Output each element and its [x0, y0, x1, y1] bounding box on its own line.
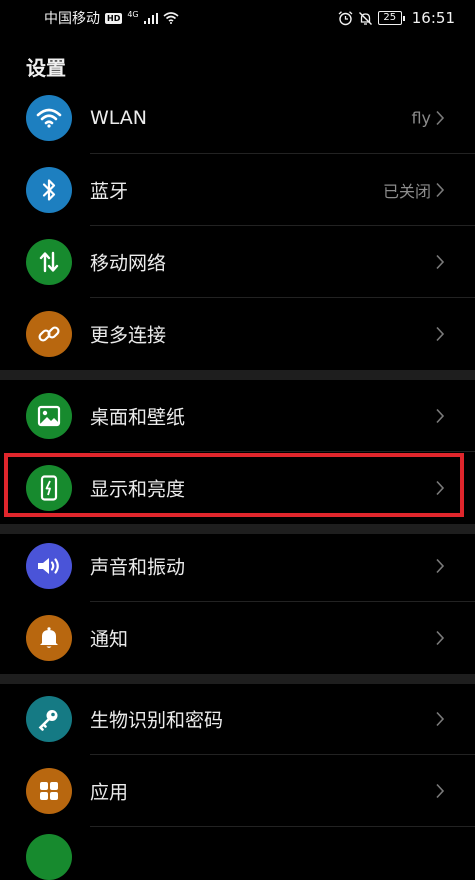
settings-item-label: 声音和振动 [90, 556, 186, 579]
mobile-data-icon [26, 239, 72, 285]
settings-item-label: WLAN [90, 107, 148, 129]
chevron-right-icon [436, 254, 445, 270]
bell-icon [26, 615, 72, 661]
settings-item-more-connections[interactable]: 更多连接 [0, 298, 475, 370]
link-icon [26, 311, 72, 357]
alarm-icon [338, 10, 353, 25]
settings-item-label: 生物识别和密码 [90, 709, 224, 732]
settings-item-label: 通知 [90, 628, 129, 651]
settings-item-apps[interactable]: 应用 [0, 755, 475, 827]
settings-item-bluetooth[interactable]: 蓝牙 已关闭 [0, 154, 475, 226]
battery-cap [402, 15, 405, 21]
row-divider [90, 826, 475, 827]
chevron-right-icon [436, 480, 445, 496]
wifi-status-icon [163, 12, 179, 24]
settings-item-biometric[interactable]: 生物识别和密码 [0, 683, 475, 755]
network-type: 4G [127, 9, 139, 19]
bluetooth-icon [26, 167, 72, 213]
image-icon [26, 393, 72, 439]
settings-item-mobile-network[interactable]: 移动网络 [0, 226, 475, 298]
chevron-right-icon [436, 182, 445, 198]
battery-indicator: 25 [377, 11, 405, 25]
settings-item-sound[interactable]: 声音和振动 [0, 530, 475, 602]
chevron-right-icon [436, 326, 445, 342]
next-item-icon-partial [26, 834, 72, 880]
settings-item-display[interactable]: 显示和亮度 [0, 452, 475, 524]
carrier-name: 中国移动 [44, 11, 100, 27]
settings-item-label: 更多连接 [90, 324, 167, 347]
status-bar: 中国移动 HD 4G 25 16:51 [0, 0, 475, 36]
settings-item-label: 桌面和壁纸 [90, 406, 186, 429]
settings-item-notification[interactable]: 通知 [0, 602, 475, 674]
mute-bell-icon [358, 11, 372, 25]
settings-item-label: 显示和亮度 [90, 478, 186, 501]
status-left: 中国移动 HD 4G [44, 8, 179, 28]
chevron-right-icon [436, 408, 445, 424]
phone-brightness-icon [26, 465, 72, 511]
speaker-icon [26, 543, 72, 589]
status-right: 25 16:51 [338, 9, 455, 27]
apps-grid-icon [26, 768, 72, 814]
chevron-right-icon [436, 783, 445, 799]
settings-item-wlan[interactable]: WLAN fly [0, 82, 475, 154]
chevron-right-icon [436, 630, 445, 646]
chevron-right-icon [436, 711, 445, 727]
hd-badge: HD [105, 12, 123, 24]
settings-item-label: 蓝牙 [90, 180, 129, 203]
settings-item-wallpaper[interactable]: 桌面和壁纸 [0, 380, 475, 452]
settings-item-label: 应用 [90, 781, 129, 804]
settings-item-value: 已关闭 [382, 182, 431, 201]
battery-level: 25 [377, 11, 402, 25]
chevron-right-icon [436, 558, 445, 574]
settings-item-value: fly [411, 108, 431, 128]
signal-icon [143, 12, 158, 24]
wifi-icon [26, 95, 72, 141]
page-title: 设置 [26, 56, 66, 80]
key-icon [26, 696, 72, 742]
chevron-right-icon [436, 110, 445, 126]
group-separator [0, 370, 475, 380]
status-time: 16:51 [411, 9, 455, 27]
settings-item-label: 移动网络 [90, 252, 167, 275]
